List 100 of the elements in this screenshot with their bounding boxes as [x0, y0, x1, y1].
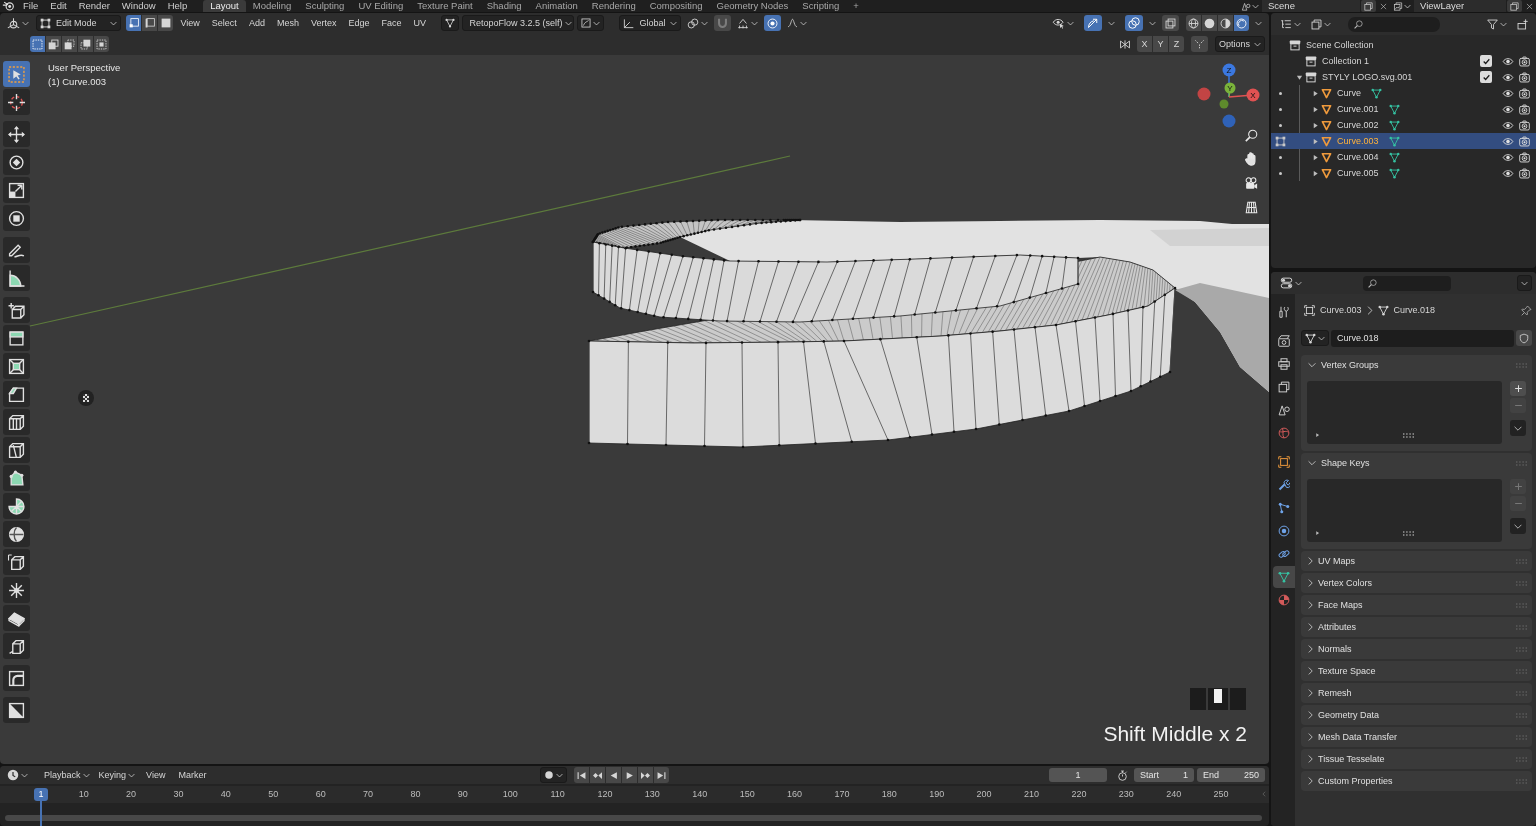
- render-visibility-button[interactable]: [1519, 55, 1530, 67]
- menu-button[interactable]: Marker: [173, 767, 212, 783]
- workspace-tab[interactable]: Compositing: [642, 0, 710, 12]
- render-visibility-button[interactable]: [1519, 119, 1530, 131]
- panel-header[interactable]: Vertex Groups: [1301, 355, 1532, 375]
- solid-shading-button[interactable]: [1202, 15, 1217, 31]
- tool-button[interactable]: [3, 149, 30, 175]
- auto-keying-button[interactable]: [540, 767, 567, 783]
- workspace-tab[interactable]: Geometry Nodes: [709, 0, 796, 12]
- tool-button[interactable]: [3, 521, 30, 547]
- mode-dropdown[interactable]: Edit Mode: [36, 15, 121, 31]
- panel-header[interactable]: UV Maps: [1301, 551, 1532, 571]
- mesh-name-field[interactable]: Curve.018: [1331, 329, 1514, 347]
- current-frame-field[interactable]: 1: [1049, 768, 1107, 782]
- overlays-toggle[interactable]: [1125, 15, 1143, 31]
- edge-select-button[interactable]: [142, 15, 157, 31]
- visibility-button[interactable]: [1502, 167, 1514, 179]
- visibility-button[interactable]: [1502, 119, 1514, 131]
- menu-button[interactable]: Mesh: [272, 15, 304, 31]
- menu-dropdown[interactable]: Keying: [95, 767, 139, 783]
- auto-merge-button[interactable]: [1191, 36, 1208, 52]
- xray-toggle[interactable]: [1162, 15, 1179, 31]
- menu-item[interactable]: Help: [161, 0, 194, 12]
- panel-header[interactable]: Attributes: [1301, 617, 1532, 637]
- start-frame-field[interactable]: Start 1: [1134, 768, 1194, 782]
- face-select-button[interactable]: [158, 15, 173, 31]
- workspace-tab[interactable]: Animation: [528, 0, 585, 12]
- tool-button[interactable]: [3, 325, 30, 351]
- menu-button[interactable]: Add: [244, 15, 270, 31]
- workspace-tab[interactable]: Layout: [203, 0, 246, 12]
- outliner-row[interactable]: Curve.002: [1271, 117, 1536, 133]
- workspace-tab[interactable]: Shading: [479, 0, 529, 12]
- proportional-edit-toggle[interactable]: [764, 15, 782, 31]
- render-visibility-button[interactable]: [1519, 135, 1530, 147]
- addon-dropdown[interactable]: RetopoFlow 3.2.5 (self): [462, 15, 575, 31]
- specials-menu-button[interactable]: [1510, 420, 1526, 436]
- panel-header[interactable]: Custom Properties: [1301, 771, 1532, 791]
- render-visibility-button[interactable]: [1519, 103, 1530, 115]
- previous-keyframe-button[interactable]: [590, 767, 605, 783]
- render-visibility-button[interactable]: [1519, 71, 1530, 83]
- playhead-frame-marker[interactable]: 1: [34, 788, 48, 801]
- copy-view-layer-button[interactable]: [1507, 0, 1522, 12]
- render-visibility-button[interactable]: [1519, 151, 1530, 163]
- outliner-row[interactable]: Curve.001: [1271, 101, 1536, 117]
- view-layer-name-field[interactable]: ViewLayer: [1414, 0, 1506, 12]
- play-reverse-button[interactable]: [606, 767, 621, 783]
- jump-start-button[interactable]: [574, 767, 589, 783]
- mirror-axis-toggle[interactable]: X: [1137, 36, 1152, 52]
- next-keyframe-button[interactable]: [638, 767, 653, 783]
- menu-button[interactable]: UV: [408, 15, 431, 31]
- panel-header[interactable]: Geometry Data: [1301, 705, 1532, 725]
- panel-header[interactable]: Normals: [1301, 639, 1532, 659]
- play-button[interactable]: [622, 767, 637, 783]
- menu-item[interactable]: Edit: [44, 0, 73, 12]
- specials-menu-button[interactable]: [1510, 518, 1526, 534]
- panel-header[interactable]: Shape Keys: [1301, 453, 1532, 473]
- tool-button[interactable]: [3, 605, 30, 631]
- workspace-tab[interactable]: Rendering: [584, 0, 643, 12]
- workspace-tab[interactable]: Modeling: [245, 0, 299, 12]
- outliner-row[interactable]: Curve: [1271, 85, 1536, 101]
- visibility-button[interactable]: [1502, 103, 1514, 115]
- exclude-checkbox[interactable]: [1480, 55, 1492, 67]
- vertex-select-button[interactable]: [126, 15, 141, 31]
- tool-button[interactable]: [3, 665, 30, 691]
- menu-item[interactable]: File: [17, 0, 45, 12]
- tool-button[interactable]: [3, 409, 30, 435]
- axis-dot-icon[interactable]: [1197, 87, 1211, 101]
- tool-button[interactable]: [3, 177, 30, 203]
- panel-header[interactable]: Mesh Data Transfer: [1301, 727, 1532, 747]
- addon-icon-button[interactable]: [441, 15, 460, 31]
- mesh-data-tab[interactable]: [1273, 566, 1295, 588]
- orientation-dropdown[interactable]: Global: [619, 15, 682, 31]
- add-workspace-tab[interactable]: +: [846, 0, 866, 12]
- menu-button[interactable]: Vertex: [306, 15, 341, 31]
- mirror-axis-toggle[interactable]: Z: [1169, 36, 1184, 52]
- menu-dropdown[interactable]: Playback: [41, 767, 93, 783]
- render-visibility-button[interactable]: [1519, 167, 1530, 179]
- axis-dot-icon[interactable]: [1222, 114, 1236, 128]
- outliner-row[interactable]: Curve.003: [1271, 133, 1536, 149]
- tool-button[interactable]: [3, 577, 30, 603]
- fake-user-button[interactable]: [1516, 330, 1532, 346]
- rendered-shading-button[interactable]: [1234, 15, 1249, 31]
- jump-end-button[interactable]: [654, 767, 669, 783]
- menu-item[interactable]: Window: [115, 0, 162, 12]
- panel-header[interactable]: Tissue Tesselate: [1301, 749, 1532, 769]
- material-shading-button[interactable]: [1218, 15, 1233, 31]
- menu-button[interactable]: View: [176, 15, 205, 31]
- selection-mode-button[interactable]: [94, 36, 109, 52]
- axis-dot-icon[interactable]: [1219, 99, 1229, 109]
- search-field[interactable]: [1363, 275, 1451, 291]
- selection-mode-button[interactable]: [46, 36, 61, 52]
- outliner-row[interactable]: Collection 1: [1271, 53, 1536, 69]
- tool-button[interactable]: [3, 205, 30, 231]
- selection-mode-button[interactable]: [62, 36, 77, 52]
- gizmo-toggle[interactable]: [1084, 15, 1102, 31]
- panel-header[interactable]: Face Maps: [1301, 595, 1532, 615]
- mesh-browse-button[interactable]: [1301, 330, 1329, 346]
- tool-button[interactable]: [3, 697, 30, 723]
- curve-dropdown[interactable]: [577, 15, 605, 31]
- panel-header[interactable]: Texture Space: [1301, 661, 1532, 681]
